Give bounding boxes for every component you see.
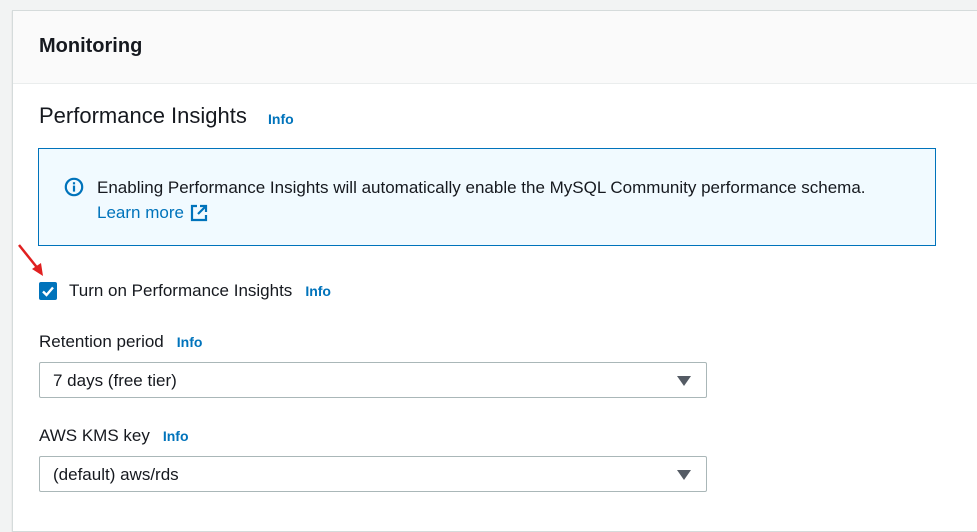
annotation-arrow-icon xyxy=(18,244,43,276)
info-circle-icon xyxy=(64,177,84,197)
kms-key-label-row: AWS KMS key Info xyxy=(39,426,189,446)
checkmark-icon xyxy=(42,286,54,297)
alert-text: Enabling Performance Insights will autom… xyxy=(97,175,866,225)
caret-down-icon xyxy=(677,470,691,480)
performance-insights-checkbox[interactable] xyxy=(39,282,57,300)
retention-info-link[interactable]: Info xyxy=(177,334,203,350)
alert-message: Enabling Performance Insights will autom… xyxy=(97,178,866,197)
performance-insights-toggle-row: Turn on Performance Insights Info xyxy=(39,281,331,301)
panel-title: Monitoring xyxy=(39,35,143,57)
external-link-icon xyxy=(190,204,208,221)
kms-key-info-link[interactable]: Info xyxy=(163,428,189,444)
panel-header: Monitoring xyxy=(13,11,977,84)
section-info-link[interactable]: Info xyxy=(268,111,294,127)
kms-key-value: (default) aws/rds xyxy=(53,465,179,484)
toggle-info-link[interactable]: Info xyxy=(305,283,331,299)
section-title: Performance Insights xyxy=(39,103,247,128)
learn-more-link[interactable]: Learn more xyxy=(97,200,208,225)
retention-period-label-row: Retention period Info xyxy=(39,332,202,352)
retention-period-value: 7 days (free tier) xyxy=(53,371,177,390)
caret-down-icon xyxy=(677,376,691,386)
kms-key-label: AWS KMS key xyxy=(39,426,150,445)
kms-key-select[interactable]: (default) aws/rds xyxy=(39,456,707,492)
monitoring-panel: Monitoring Performance Insights Info Ena… xyxy=(12,10,977,532)
learn-more-label: Learn more xyxy=(97,203,184,222)
info-alert: Enabling Performance Insights will autom… xyxy=(38,148,936,246)
performance-insights-checkbox-label[interactable]: Turn on Performance Insights xyxy=(69,281,292,301)
retention-period-label: Retention period xyxy=(39,332,164,351)
retention-period-select[interactable]: 7 days (free tier) xyxy=(39,362,707,398)
